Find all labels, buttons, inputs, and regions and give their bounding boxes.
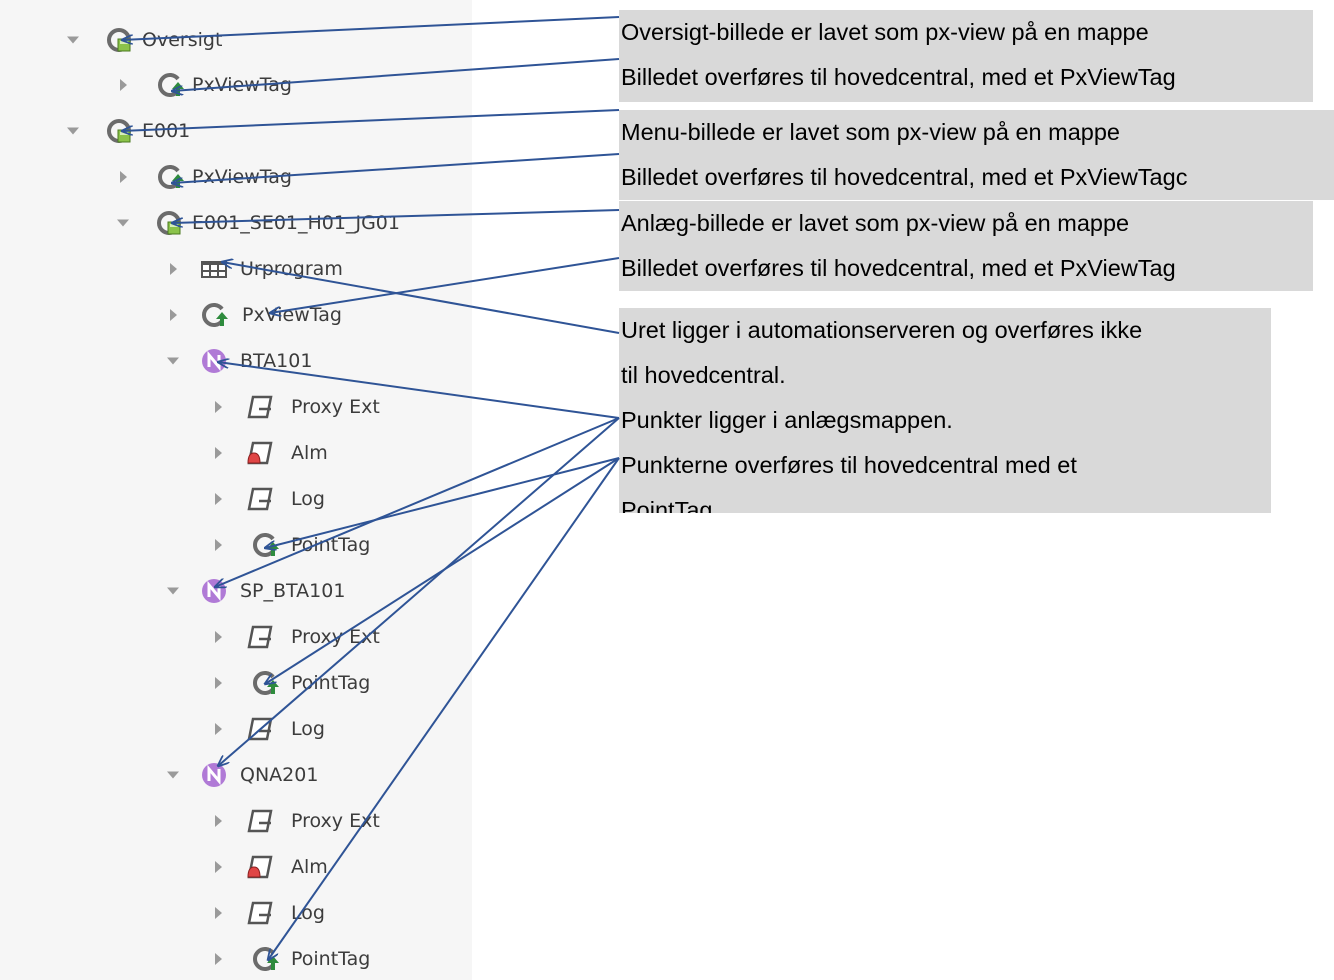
arrow-pxviewtag-1 [172, 58, 620, 91]
arrow-qna201 [218, 417, 620, 766]
arrow-e001-folder [122, 109, 620, 131]
arrow-urprogram [222, 262, 620, 334]
annotation-arrows [0, 16, 620, 980]
arrow-bta101 [218, 362, 620, 419]
arrow-pxviewtag-2 [172, 153, 620, 183]
arrow-pxviewtag-3 [270, 257, 620, 313]
arrow-oversigt-folder [122, 16, 620, 40]
arrow-anlaeg-folder [172, 209, 620, 223]
arrow-sp-bta101 [215, 417, 620, 587]
